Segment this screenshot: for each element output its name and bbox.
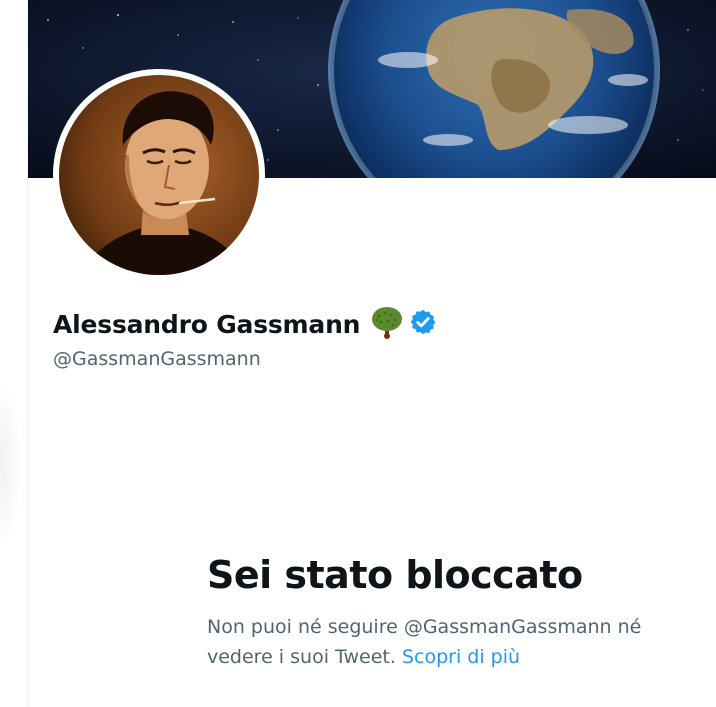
display-name: Alessandro Gassmann (53, 309, 361, 339)
learn-more-link[interactable]: Scopri di più (402, 646, 520, 668)
blocked-body: Non puoi né seguire @GassmanGassmann né … (207, 612, 697, 672)
profile-name-row: Alessandro Gassmann (53, 306, 437, 342)
avatar-photo (59, 75, 259, 275)
blocked-notice: Sei stato bloccato Non puoi né seguire @… (207, 550, 697, 672)
profile-page: Alessandro Gassmann @GassmanGassmann Sei… (0, 0, 716, 707)
tree-emoji-icon (369, 304, 405, 345)
blocked-body-line2: vedere i suoi Tweet. (207, 646, 396, 668)
blocked-title: Sei stato bloccato (207, 553, 583, 597)
left-edge-shadow (0, 380, 22, 550)
verified-badge-icon[interactable] (409, 308, 437, 341)
profile-handle: @GassmanGassmann (53, 348, 261, 370)
profile-avatar[interactable] (53, 69, 265, 281)
blocked-body-line1: Non puoi né seguire @GassmanGassmann né (207, 616, 642, 638)
